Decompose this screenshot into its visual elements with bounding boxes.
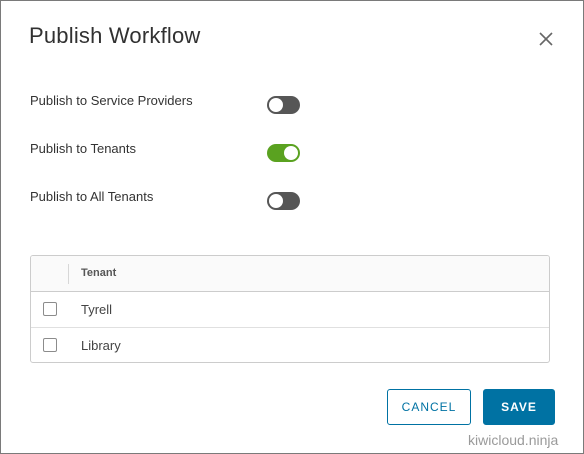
publish-tenants-toggle[interactable]	[267, 144, 300, 162]
table-row[interactable]: Tyrell	[31, 292, 549, 328]
publish-tenants-label: Publish to Tenants	[30, 141, 136, 156]
close-icon[interactable]	[535, 28, 557, 50]
publish-all-tenants-toggle[interactable]	[267, 192, 300, 210]
toggle-knob	[269, 194, 283, 208]
save-button[interactable]: SAVE	[483, 389, 555, 425]
toggle-knob	[269, 98, 283, 112]
dialog-title: Publish Workflow	[29, 23, 201, 48]
column-separator	[68, 264, 69, 284]
tenant-column-header[interactable]: Tenant	[81, 267, 116, 279]
row-checkbox[interactable]	[43, 302, 57, 316]
publish-all-tenants-label: Publish to All Tenants	[30, 189, 154, 204]
row-checkbox[interactable]	[43, 338, 57, 352]
tenant-name: Tyrell	[81, 302, 113, 317]
cancel-button[interactable]: CANCEL	[387, 389, 471, 425]
publish-workflow-dialog: Publish Workflow Publish to Service Prov…	[0, 0, 584, 454]
table-row[interactable]: Library	[31, 328, 549, 362]
publish-service-providers-label: Publish to Service Providers	[30, 93, 193, 108]
tenant-grid: Tenant Tyrell Library	[30, 255, 550, 363]
watermark-text: kiwicloud.ninja	[468, 432, 559, 448]
tenant-name: Library	[81, 338, 121, 353]
publish-service-providers-toggle[interactable]	[267, 96, 300, 114]
grid-header: Tenant	[31, 256, 549, 292]
toggle-knob	[284, 146, 298, 160]
